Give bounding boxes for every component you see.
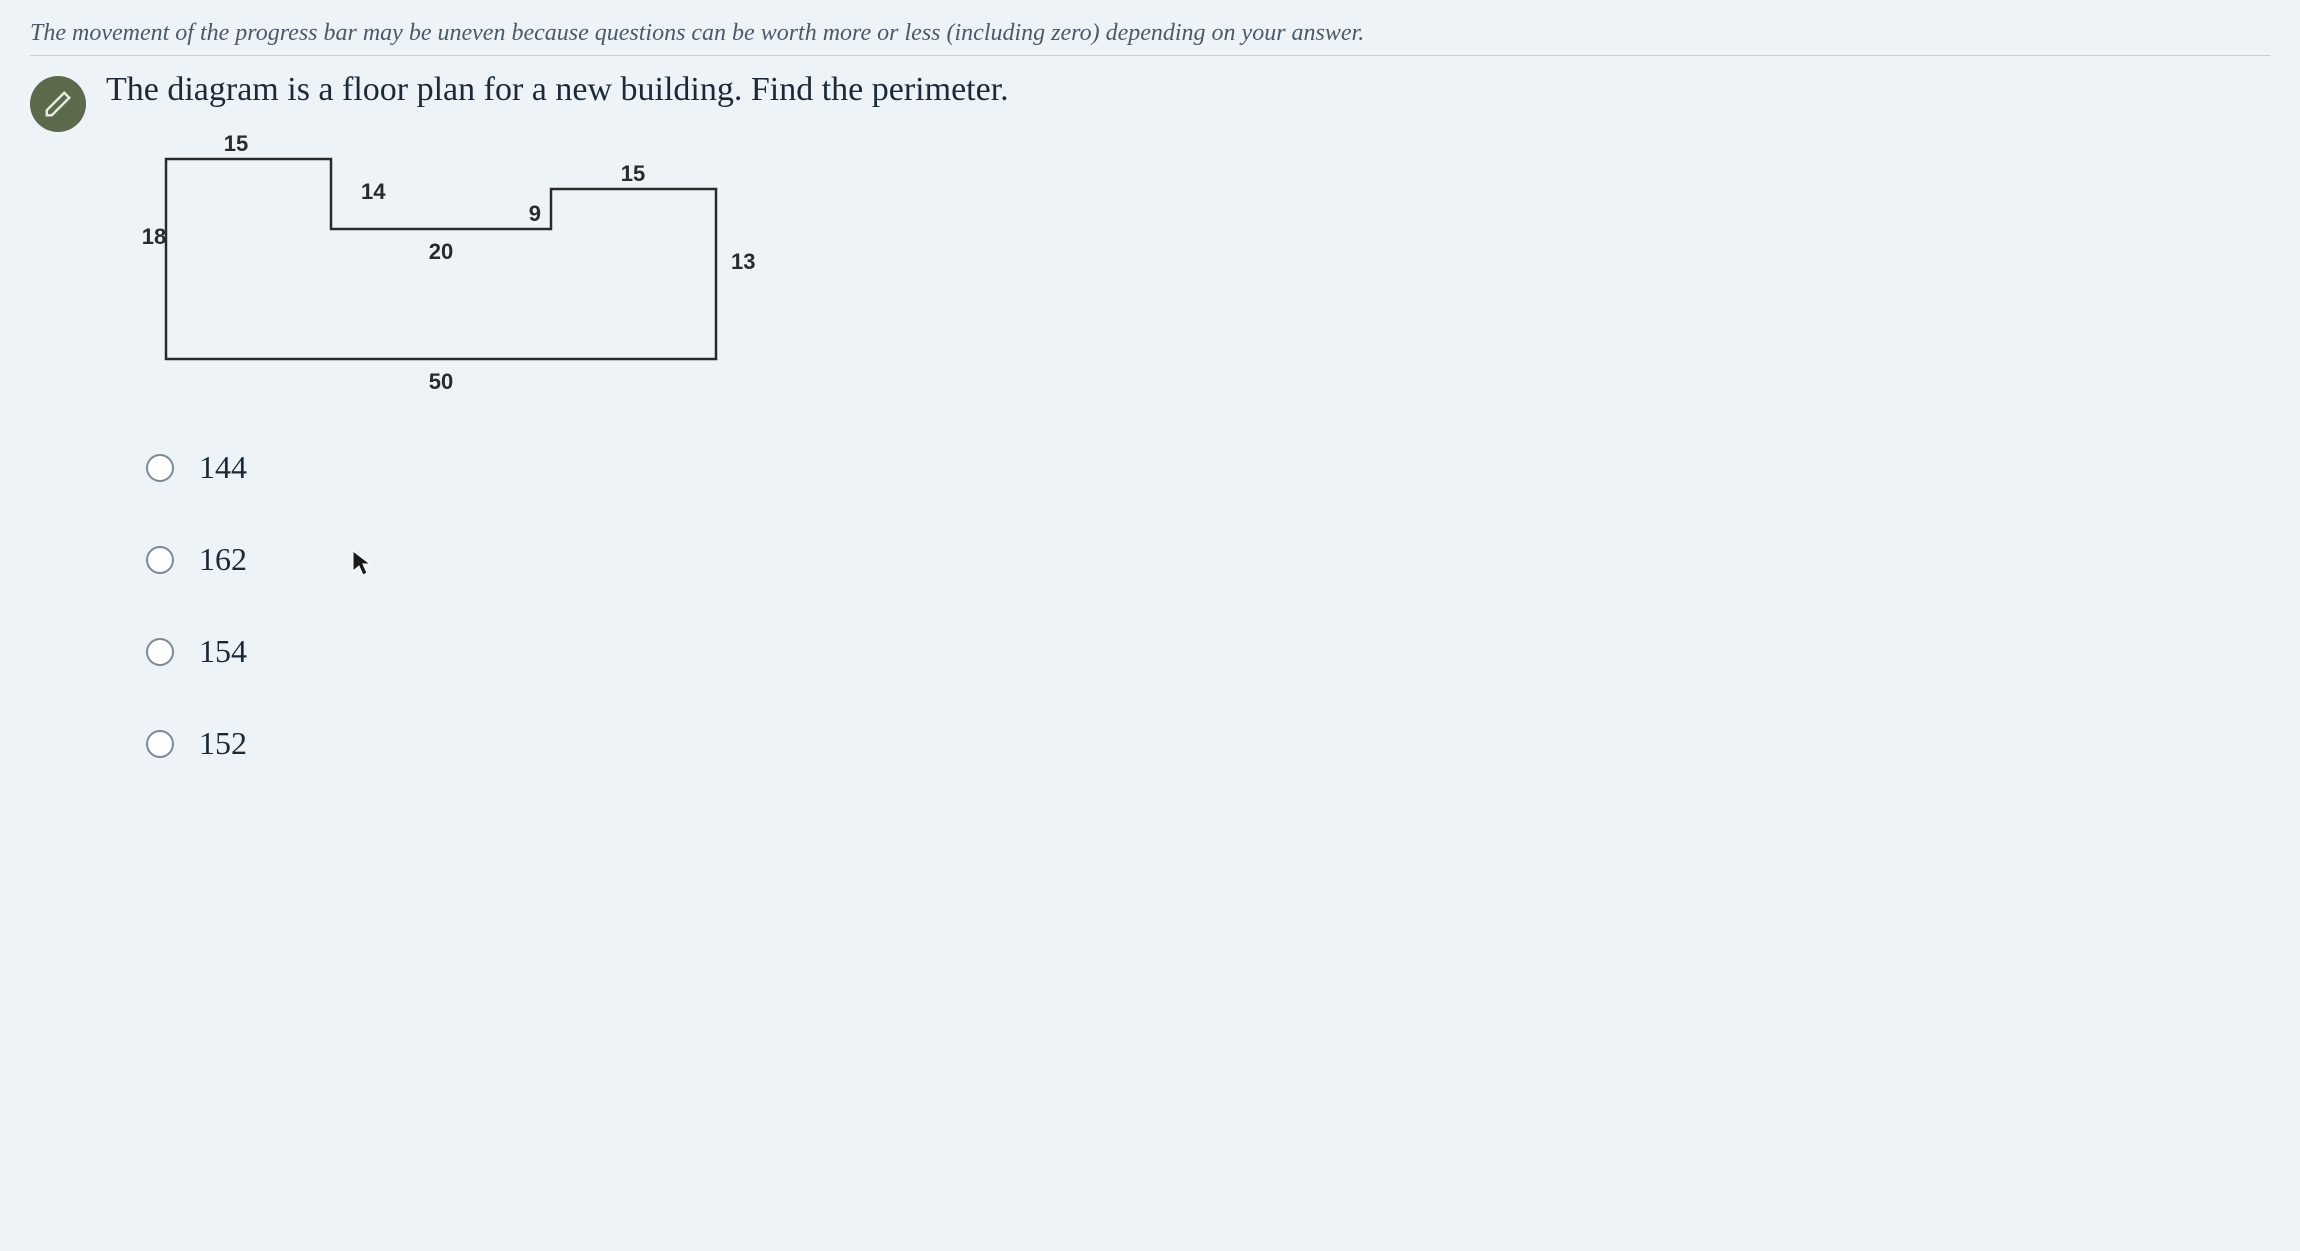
dim-step1-right: 14 bbox=[361, 179, 386, 204]
progress-bar-note: The movement of the progress bar may be … bbox=[30, 20, 2270, 56]
dim-step1-bottom: 20 bbox=[429, 239, 453, 264]
dim-bottom: 50 bbox=[429, 369, 453, 394]
dim-right: 13 bbox=[731, 249, 755, 274]
option-1[interactable]: 162 bbox=[146, 541, 2270, 578]
question-text: The diagram is a floor plan for a new bu… bbox=[106, 71, 2270, 109]
dim-left: 18 bbox=[142, 224, 166, 249]
radio-icon bbox=[146, 546, 174, 574]
question-row: The diagram is a floor plan for a new bu… bbox=[30, 71, 2270, 817]
radio-icon bbox=[146, 454, 174, 482]
dim-top-left: 15 bbox=[224, 131, 248, 156]
option-2[interactable]: 154 bbox=[146, 633, 2270, 670]
dim-step2-top: 15 bbox=[621, 161, 645, 186]
radio-icon bbox=[146, 730, 174, 758]
floor-plan-diagram: 15 18 14 20 9 15 13 50 bbox=[136, 129, 836, 419]
option-0[interactable]: 144 bbox=[146, 449, 2270, 486]
option-label: 152 bbox=[199, 725, 247, 762]
answer-options: 144 162 154 152 bbox=[146, 449, 2270, 762]
option-label: 144 bbox=[199, 449, 247, 486]
question-content: The diagram is a floor plan for a new bu… bbox=[106, 71, 2270, 817]
option-label: 162 bbox=[199, 541, 247, 578]
radio-icon bbox=[146, 638, 174, 666]
pencil-icon bbox=[30, 76, 86, 132]
option-label: 154 bbox=[199, 633, 247, 670]
cursor-icon bbox=[351, 549, 373, 577]
option-3[interactable]: 152 bbox=[146, 725, 2270, 762]
dim-step2-left: 9 bbox=[529, 201, 541, 226]
